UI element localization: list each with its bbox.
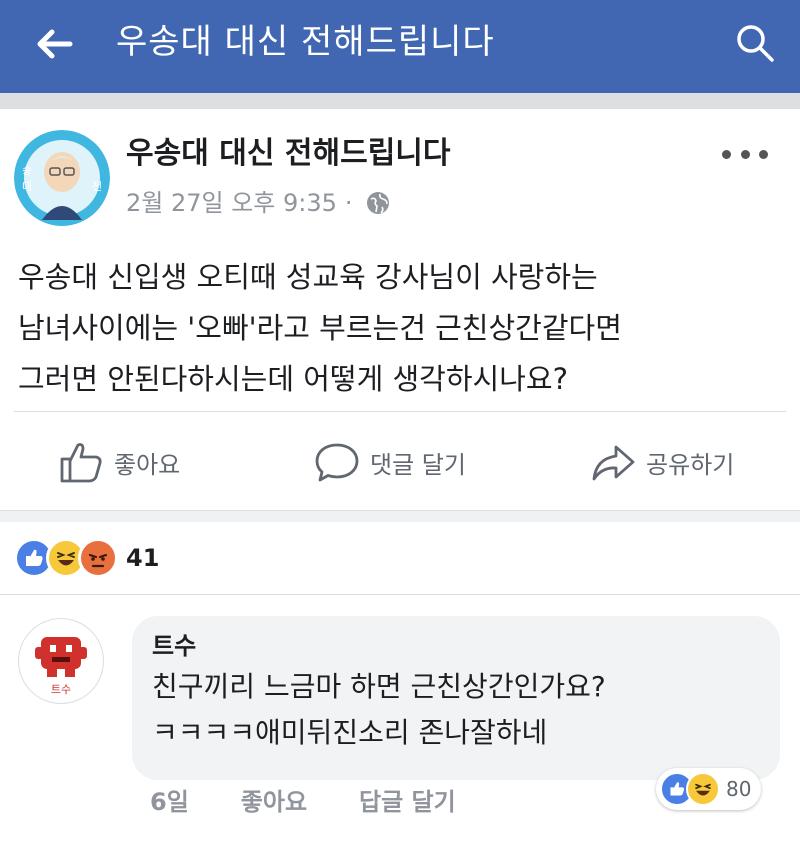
comment-reaction-count: 80 [726,777,752,801]
globe-icon [366,192,389,214]
commenter-avatar[interactable]: 트수 [18,618,104,704]
svg-text:송: 송 [22,164,32,177]
comment-reply-button[interactable]: 답글 달기 [359,782,456,822]
like-button[interactable]: 좋아요 [56,436,180,488]
feed-separator [0,93,800,109]
like-label: 좋아요 [114,450,181,479]
post-timestamp[interactable]: 2월 27일 오후 9:35 [126,186,337,220]
thumbs-up-icon [60,443,102,483]
share-arrow-icon [592,445,635,481]
post-body: 우송대 신입생 오티때 성교육 강사님이 사랑하는 남녀사이에는 '오빠'라고 … [18,252,788,405]
reaction-count: 41 [126,544,160,572]
page-avatar[interactable]: 송 대 전 [14,130,110,226]
haha-reaction-icon [686,772,720,806]
comment-time[interactable]: 6일 [150,782,189,822]
share-button[interactable]: 공유하기 [588,436,734,488]
app-header: 우송대 대신 전해드립니다 [0,0,800,93]
reactions-summary[interactable]: 41 [14,536,159,580]
comment-button[interactable]: 댓글 달기 [312,436,466,488]
post-text-line: 남녀사이에는 '오빠'라고 부르는건 근친상간같다면 [18,311,622,345]
post-author-name[interactable]: 우송대 대신 전해드립니다 [126,134,451,174]
section-separator [0,510,800,522]
comment-meta: 6일 좋아요 답글 달기 [150,782,508,822]
comment-bubble-icon [315,443,359,482]
svg-text:대: 대 [22,180,32,193]
divider [14,411,786,412]
comment-author[interactable]: 트수 [152,628,760,664]
angry-reaction-icon [78,538,118,578]
post-meta: 2월 27일 오후 9:35 · [126,186,391,220]
search-icon[interactable] [732,20,778,66]
comment-reactions[interactable]: 80 [656,768,762,810]
svg-text:전: 전 [92,180,102,193]
more-options-icon[interactable] [722,140,768,168]
post-text-line: 그러면 안된다하시는데 어떻게 생각하시나요? [18,362,568,396]
post-text-line: 우송대 신입생 오티때 성교육 강사님이 사랑하는 [18,260,598,294]
avatar-tag: 트수 [50,683,72,696]
back-arrow-icon[interactable] [30,20,78,68]
page-avatar-image: 송 대 전 [14,130,110,226]
comment-label: 댓글 달기 [370,450,466,479]
share-label: 공유하기 [646,450,735,479]
comment-like-button[interactable]: 좋아요 [241,782,307,822]
comment-text-line: 친구끼리 느금마 하면 근친상간인가요? [152,670,606,703]
comment-text-line: ㅋㅋㅋㅋ애미뒤진소리 존나잘하네 [152,716,548,749]
comment-bubble: 트수 친구끼리 느금마 하면 근친상간인가요? ㅋㅋㅋㅋ애미뒤진소리 존나잘하네 [132,616,780,780]
meta-separator: · [344,189,353,217]
divider [0,594,800,595]
page-title: 우송대 대신 전해드립니다 [116,22,495,62]
